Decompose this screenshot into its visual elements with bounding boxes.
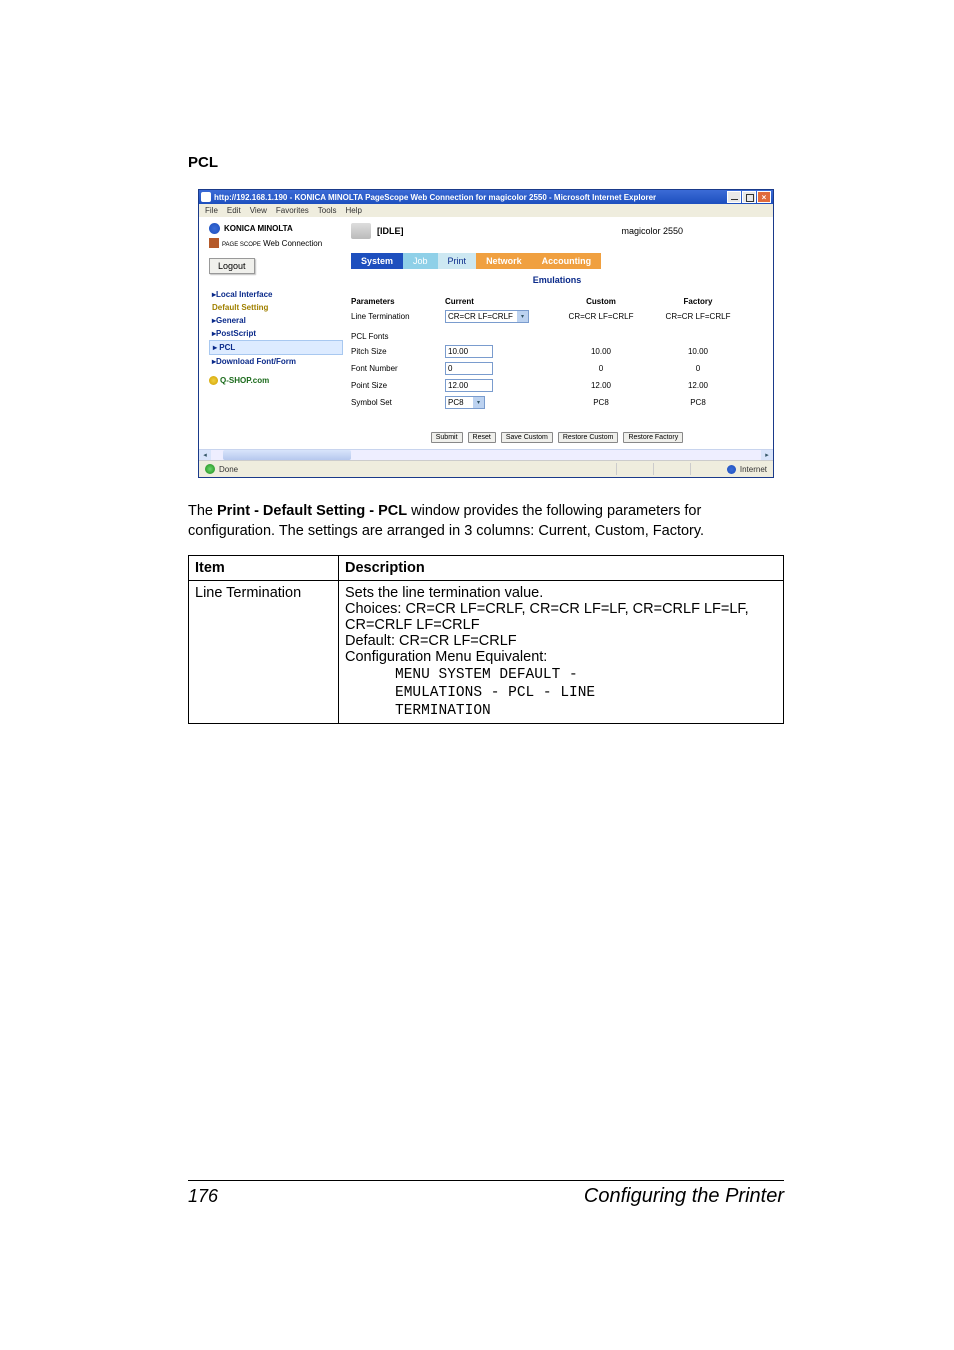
tab-print[interactable]: Print xyxy=(438,253,477,269)
row-pitch-size: Pitch Size 10.00 10.00 xyxy=(351,344,763,359)
label-point: Point Size xyxy=(351,381,445,390)
th-description: Description xyxy=(339,556,784,581)
statusbar: Done Internet xyxy=(199,460,773,477)
globe-icon xyxy=(209,223,220,234)
fontnum-factory: 0 xyxy=(653,364,743,373)
status-ok-icon xyxy=(205,464,215,474)
font-number-input[interactable] xyxy=(445,362,493,375)
titlebar: http://192.168.1.190 - KONICA MINOLTA Pa… xyxy=(199,190,773,204)
reset-button[interactable]: Reset xyxy=(468,432,496,443)
fontnum-custom: 0 xyxy=(549,364,653,373)
td-item: Line Termination xyxy=(189,581,339,724)
ie-icon xyxy=(201,192,211,202)
horizontal-scrollbar[interactable]: ◂ ▸ xyxy=(199,449,773,460)
col-parameters: Parameters xyxy=(351,297,445,306)
description-table: Item Description Line Termination Sets t… xyxy=(188,555,784,724)
chevron-down-icon[interactable]: ▾ xyxy=(473,397,484,408)
pitch-custom: 10.00 xyxy=(549,347,653,356)
menu-favorites[interactable]: Favorites xyxy=(276,206,309,215)
minimize-button[interactable] xyxy=(727,191,741,203)
col-factory: Factory xyxy=(653,297,743,306)
section-heading: PCL xyxy=(188,154,784,171)
pcl-fonts-subheader: PCL Fonts xyxy=(351,332,763,341)
qshop-link[interactable]: Q-SHOP.com xyxy=(209,376,343,385)
point-size-input[interactable] xyxy=(445,379,493,392)
menubar: File Edit View Favorites Tools Help xyxy=(199,204,773,217)
explanation-paragraph: The Print - Default Setting - PCL window… xyxy=(188,502,784,541)
menu-edit[interactable]: Edit xyxy=(227,206,241,215)
menu-tools[interactable]: Tools xyxy=(318,206,337,215)
point-custom: 12.00 xyxy=(549,381,653,390)
tab-job[interactable]: Job xyxy=(403,253,438,269)
maximize-button[interactable] xyxy=(742,191,756,203)
scroll-left-icon[interactable]: ◂ xyxy=(199,450,211,460)
logout-button[interactable]: Logout xyxy=(209,258,255,274)
tab-network[interactable]: Network xyxy=(476,253,532,269)
restore-factory-button[interactable]: Restore Factory xyxy=(623,432,683,443)
col-current: Current xyxy=(445,297,549,306)
nav-download-font-form[interactable]: ▸Download Font/Form xyxy=(209,355,343,368)
label-pitch: Pitch Size xyxy=(351,347,445,356)
page-number: 176 xyxy=(188,1186,218,1207)
pagescope-icon xyxy=(209,238,219,248)
status-done: Done xyxy=(219,465,238,474)
pitch-factory: 10.00 xyxy=(653,347,743,356)
chevron-down-icon[interactable]: ▾ xyxy=(517,311,528,322)
status-internet: Internet xyxy=(740,465,767,474)
line-term-factory: CR=CR LF=CRLF xyxy=(653,312,743,321)
nav-pcl[interactable]: ▸ PCL xyxy=(209,340,343,355)
line-term-custom: CR=CR LF=CRLF xyxy=(549,312,653,321)
point-factory: 12.00 xyxy=(653,381,743,390)
status-idle: [IDLE] xyxy=(377,226,404,236)
col-custom: Custom xyxy=(549,297,653,306)
scroll-right-icon[interactable]: ▸ xyxy=(761,450,773,460)
restore-custom-button[interactable]: Restore Custom xyxy=(558,432,619,443)
browser-screenshot: http://192.168.1.190 - KONICA MINOLTA Pa… xyxy=(198,189,774,478)
device-name: magicolor 2550 xyxy=(621,226,683,236)
tab-accounting[interactable]: Accounting xyxy=(532,253,602,269)
scroll-thumb[interactable] xyxy=(223,450,351,460)
internet-icon xyxy=(727,465,736,474)
nav-default-setting[interactable]: Default Setting xyxy=(209,301,343,314)
symset-factory: PC8 xyxy=(653,398,743,407)
pitch-input[interactable] xyxy=(445,345,493,358)
row-point-size: Point Size 12.00 12.00 xyxy=(351,378,763,393)
menu-help[interactable]: Help xyxy=(345,206,361,215)
td-description: Sets the line termination value. Choices… xyxy=(339,581,784,724)
tab-system[interactable]: System xyxy=(351,253,403,269)
symset-custom: PC8 xyxy=(549,398,653,407)
submit-button[interactable]: Submit xyxy=(431,432,463,443)
window-title: http://192.168.1.190 - KONICA MINOLTA Pa… xyxy=(214,193,656,202)
save-custom-button[interactable]: Save Custom xyxy=(501,432,553,443)
brand-logo: KONICA MINOLTA xyxy=(209,223,343,234)
label-line-termination: Line Termination xyxy=(351,312,445,321)
panel-title: Emulations xyxy=(351,275,763,285)
qshop-icon xyxy=(209,376,218,385)
nav-general[interactable]: ▸General xyxy=(209,314,343,327)
menu-view[interactable]: View xyxy=(250,206,267,215)
subbrand: PAGE SCOPE Web Connection xyxy=(209,238,343,248)
row-line-termination: Line Termination ▾ CR=CR LF=CRLF CR=CR L… xyxy=(351,309,763,324)
nav-local-interface[interactable]: ▸Local Interface xyxy=(209,288,343,301)
footer-title: Configuring the Printer xyxy=(584,1185,784,1208)
menu-file[interactable]: File xyxy=(205,206,218,215)
table-row: Line Termination Sets the line terminati… xyxy=(189,581,784,724)
page-footer: 176 Configuring the Printer xyxy=(188,1180,784,1208)
row-symbol-set: Symbol Set ▾ PC8 PC8 xyxy=(351,395,763,410)
th-item: Item xyxy=(189,556,339,581)
nav-postscript[interactable]: ▸PostScript xyxy=(209,327,343,340)
close-button[interactable]: × xyxy=(757,191,771,203)
row-font-number: Font Number 0 0 xyxy=(351,361,763,376)
label-font-num: Font Number xyxy=(351,364,445,373)
printer-icon xyxy=(351,223,371,239)
label-symset: Symbol Set xyxy=(351,398,445,407)
tabbar: System Job Print Network Accounting xyxy=(351,253,763,269)
